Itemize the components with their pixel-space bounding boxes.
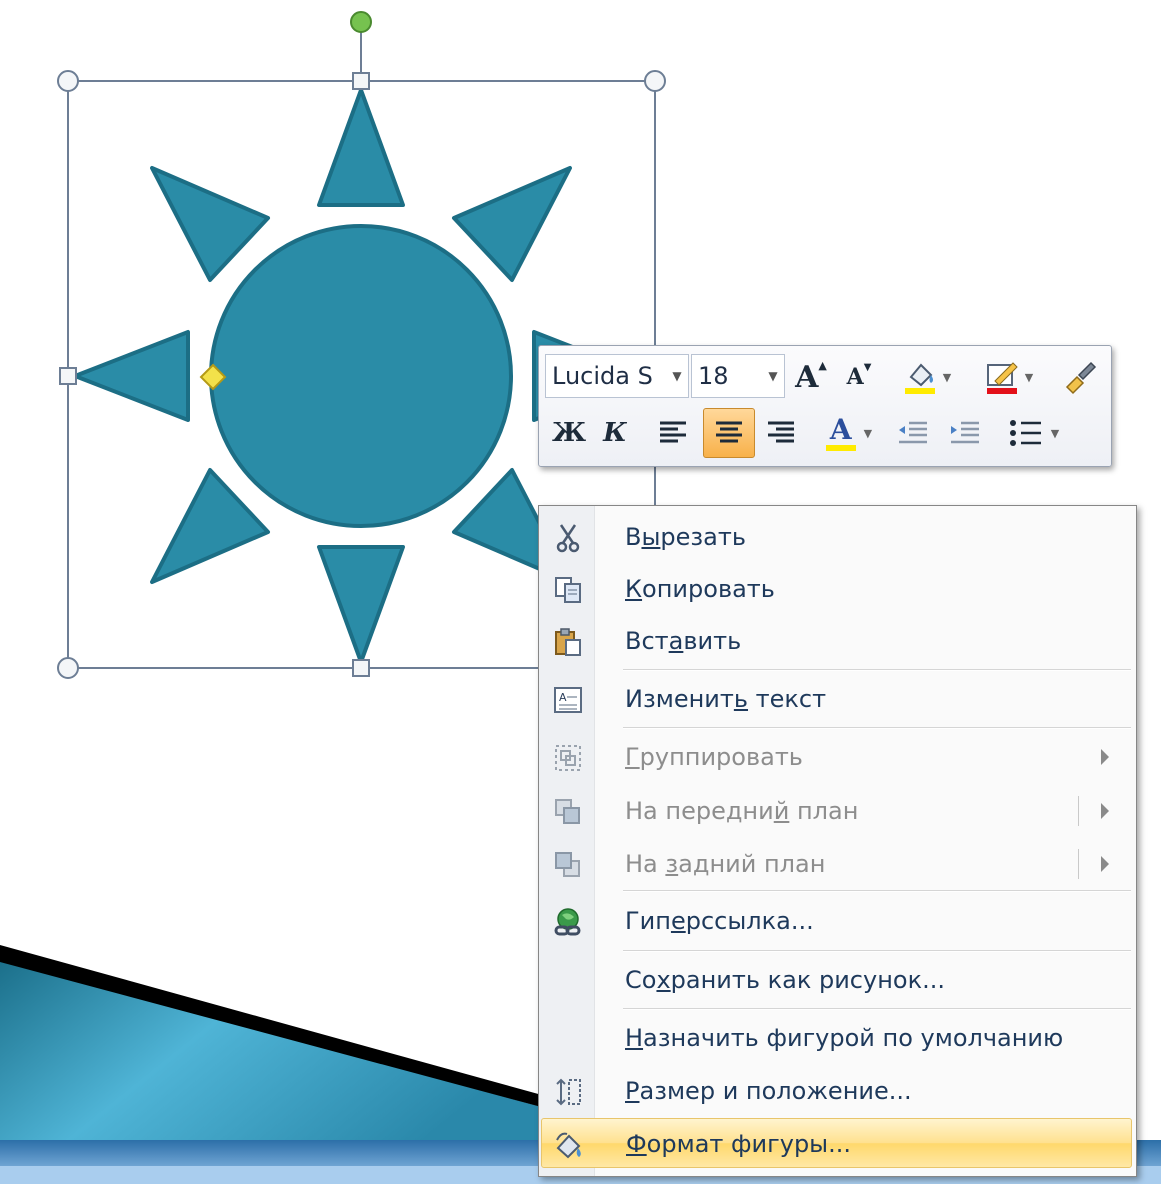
menu-separator	[623, 950, 1131, 952]
chevron-down-icon[interactable]: ▼	[762, 369, 784, 383]
decrease-indent-button[interactable]	[891, 410, 935, 456]
chevron-down-icon[interactable]: ▼	[864, 427, 872, 440]
menu-item-label: Вырезать	[625, 523, 747, 551]
chevron-down-icon[interactable]: ▼	[943, 371, 951, 384]
shrink-font-icon: A	[846, 364, 864, 390]
context-menu: Вырезать Копировать Вставить A Изменить …	[538, 505, 1137, 1177]
bullets-icon	[1009, 420, 1041, 446]
fill-color-icon	[904, 363, 935, 394]
submenu-arrow-icon[interactable]	[1101, 856, 1109, 872]
menu-item-edit-text[interactable]: A Изменить текст	[541, 674, 1132, 724]
split-divider	[1078, 849, 1079, 879]
menu-item-label: Изменить текст	[625, 685, 827, 713]
copy-icon	[555, 577, 581, 603]
font-name-combo[interactable]: Lucida S ▼	[545, 354, 689, 398]
menu-item-label: Назначить фигурой по умолчанию	[625, 1024, 1064, 1052]
menu-item-size-position[interactable]: Размер и положение...	[541, 1066, 1132, 1116]
size-position-icon	[556, 1078, 581, 1106]
menu-item-label: Сохранить как рисунок...	[625, 966, 945, 994]
decrease-indent-icon	[899, 421, 927, 444]
font-color-button[interactable]: A ▼	[813, 410, 885, 456]
format-painter-icon	[1065, 361, 1097, 395]
menu-item-bring-front[interactable]: На передний план	[541, 786, 1132, 836]
up-caret-icon: ▲	[818, 358, 827, 372]
align-center-icon	[716, 421, 742, 443]
paste-icon	[555, 628, 581, 656]
menu-item-cut[interactable]: Вырезать	[541, 512, 1132, 562]
mini-toolbar: Lucida S ▼ 18 ▼ A ▲ A ▼ ▼ ▼ Ж К A ▼ ▼	[538, 345, 1112, 467]
split-divider	[1078, 796, 1079, 826]
menu-item-group[interactable]: Группировать	[541, 732, 1132, 782]
chevron-down-icon[interactable]: ▼	[666, 369, 688, 383]
increase-indent-button[interactable]	[943, 410, 987, 456]
format-painter-button[interactable]	[1059, 354, 1103, 400]
chevron-down-icon[interactable]: ▼	[1051, 427, 1059, 440]
line-color-button[interactable]: ▼	[977, 354, 1041, 400]
align-right-button[interactable]	[761, 410, 801, 456]
scissors-icon	[556, 524, 580, 553]
menu-separator	[623, 890, 1131, 892]
bring-front-icon	[555, 799, 580, 824]
edit-text-icon: A	[554, 687, 582, 713]
menu-item-label: Гиперссылка...	[625, 907, 814, 935]
italic-button[interactable]: К	[595, 410, 635, 456]
menu-item-paste[interactable]: Вставить	[541, 616, 1132, 666]
group-icon	[555, 745, 581, 771]
menu-item-set-default[interactable]: Назначить фигурой по умолчанию	[541, 1013, 1132, 1063]
menu-item-label: На задний план	[625, 850, 826, 878]
menu-item-save-as-picture[interactable]: Сохранить как рисунок...	[541, 955, 1132, 1005]
font-size-combo[interactable]: 18 ▼	[691, 354, 785, 398]
menu-separator	[623, 669, 1131, 671]
menu-item-copy[interactable]: Копировать	[541, 564, 1132, 614]
font-name-value: Lucida S	[552, 362, 653, 390]
menu-separator	[623, 1008, 1131, 1010]
font-color-icon: A	[825, 415, 856, 451]
shrink-font-button[interactable]: A ▼	[839, 354, 879, 400]
menu-item-label: Размер и положение...	[625, 1077, 912, 1105]
menu-item-label: Формат фигуры...	[626, 1130, 852, 1158]
align-right-icon	[768, 421, 794, 443]
menu-item-label: На передний план	[625, 797, 859, 825]
menu-item-format-shape[interactable]: Формат фигуры...	[541, 1118, 1132, 1168]
svg-text:A: A	[559, 691, 567, 704]
align-left-button[interactable]	[653, 410, 693, 456]
hyperlink-icon	[554, 908, 581, 936]
bold-button[interactable]: Ж	[549, 410, 589, 456]
grow-font-button[interactable]: A ▲	[791, 354, 831, 400]
font-size-value: 18	[698, 362, 729, 390]
chevron-down-icon[interactable]: ▼	[1025, 371, 1033, 384]
menu-item-send-back[interactable]: На задний план	[541, 839, 1132, 889]
grow-font-icon: A	[795, 359, 819, 395]
submenu-arrow-icon	[1101, 749, 1109, 765]
menu-item-hyperlink[interactable]: Гиперссылка...	[541, 896, 1132, 946]
submenu-arrow-icon[interactable]	[1101, 803, 1109, 819]
increase-indent-icon	[951, 421, 979, 444]
menu-item-label: Копировать	[625, 575, 775, 603]
italic-icon: К	[603, 418, 627, 448]
line-color-icon	[986, 362, 1018, 394]
bullets-button[interactable]: ▼	[999, 410, 1069, 456]
rotation-handle[interactable]	[350, 11, 372, 33]
menu-item-label: Группировать	[625, 743, 803, 771]
fill-color-button[interactable]: ▼	[895, 354, 959, 400]
down-caret-icon: ▼	[863, 361, 872, 373]
align-center-button[interactable]	[703, 408, 755, 458]
format-shape-icon	[556, 1132, 581, 1159]
menu-separator	[623, 727, 1131, 729]
menu-item-label: Вставить	[625, 627, 742, 655]
bold-icon: Ж	[551, 418, 587, 448]
send-back-icon	[555, 852, 580, 877]
align-left-icon	[660, 421, 686, 443]
